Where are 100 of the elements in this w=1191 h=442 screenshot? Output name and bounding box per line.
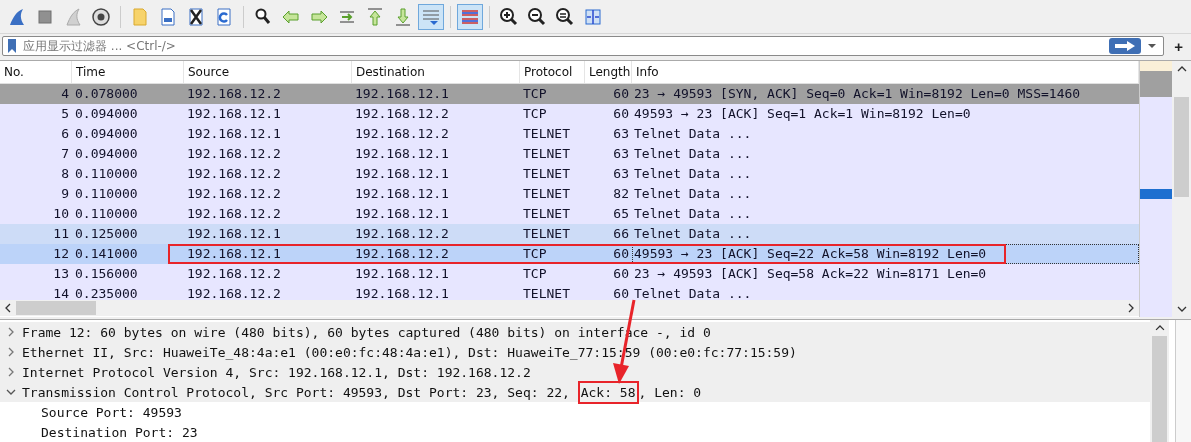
table-cell-text: 11 [52,225,70,243]
table-cell-text: TCP [522,105,548,123]
table-cell-text: 60 [612,105,630,123]
table-cell-text: 192.168.12.1 [186,125,282,143]
table-cell-text: TELNET [522,285,571,300]
table-cell-text: 0.125000 [74,225,139,243]
column-header[interactable]: Length [585,61,632,83]
display-filter-field[interactable]: 应用显示过滤器 ... <Ctrl-/> [21,38,1110,54]
table-cell-text: 0.156000 [74,265,139,283]
table-cell-text: 192.168.12.1 [186,245,282,263]
table-cell-text: 192.168.12.1 [354,205,450,223]
table-cell-text: 192.168.12.2 [186,145,282,163]
packet-row[interactable]: 7 0.094000 192.168.12.2 192.168.12.1 TELNET 63 Telnet Data ... [0,144,1140,164]
table-cell-text: 192.168.12.1 [354,145,450,163]
table-cell-text: 66 [612,225,630,243]
table-cell-text: TELNET [522,145,571,163]
table-cell-text: 192.168.12.1 [354,85,450,103]
scrollbar-thumb[interactable] [16,301,96,315]
column-header[interactable]: Time [72,61,184,83]
gear-icon [91,6,111,27]
table-cell-text: 192.168.12.1 [354,285,450,300]
packet-row[interactable]: 8 0.110000 192.168.12.2 192.168.12.1 TELNET 63 Telnet Data ... [0,164,1140,184]
table-cell-text: 192.168.12.1 [354,185,450,203]
table-cell-text: 0.094000 [74,145,139,163]
table-cell-text: 4 [60,85,70,103]
column-header[interactable]: No. [0,61,72,83]
packet-row[interactable]: 11 0.125000 192.168.12.1 192.168.12.2 TELNET 66 Telnet Data ... [0,224,1140,244]
bookmark-icon[interactable] [7,38,17,54]
table-cell-text: 192.168.12.2 [354,125,450,143]
table-cell-text: 60 [612,265,630,283]
expanded-chevron-icon[interactable] [6,387,16,397]
table-cell-text: 192.168.12.2 [186,285,282,300]
table-cell-text: TELNET [522,225,571,243]
packet-minimap[interactable] [1139,61,1172,317]
packet-row[interactable]: 6 0.094000 192.168.12.1 192.168.12.2 TELNET 63 Telnet Data ... [0,124,1140,144]
collapsed-chevron-icon[interactable] [6,347,16,357]
table-cell-text: 49593 → 23 [ACK] Seq=1 Ack=1 Win=8192 Len=0 [633,105,972,123]
vertical-scrollbar[interactable] [1150,320,1169,442]
collapsed-chevron-icon[interactable] [6,327,16,337]
table-cell-text: TELNET [522,205,571,223]
scrollbar-thumb[interactable] [1152,335,1167,442]
display-filter-bar[interactable]: 应用显示过滤器 ... <Ctrl-/> [2,36,1165,56]
scroll-right-icon[interactable] [1127,303,1136,313]
shark-fin-icon [63,6,83,27]
table-cell-text: 23 → 49593 [SYN, ACK] Seq=0 Ack=1 Win=8192 Len=0 MSS=1460 [633,85,1082,103]
table-cell-text: 9 [60,185,70,203]
table-cell-text: 14 [52,285,70,300]
dropdown-caret-icon[interactable] [1147,42,1158,50]
search-icon [253,6,273,27]
packet-row[interactable]: 13 0.156000 192.168.12.2 192.168.12.1 TCP 60 23 → 49593 [ACK] Seq=58 Ack=22 Win=8171 Len=0 [0,264,1140,284]
table-cell-text: 0.078000 [74,85,139,103]
column-header[interactable]: Protocol [520,61,585,83]
table-cell-text: TELNET [522,165,571,183]
table-cell-text: Telnet Data ... [633,205,753,223]
table-cell-text: 0.094000 [74,125,139,143]
autoscroll-button[interactable] [418,3,444,30]
scroll-left-icon[interactable] [4,303,12,313]
table-cell-text: TELNET [522,185,571,203]
table-cell-text: Telnet Data ... [633,125,753,143]
packet-row[interactable]: 5 0.094000 192.168.12.1 192.168.12.2 TCP 60 49593 → 23 [ACK] Seq=1 Ack=1 Win=8192 Len=0 [0,104,1140,124]
packet-row[interactable]: 10 0.110000 192.168.12.2 192.168.12.1 TELNET 65 Telnet Data ... [0,204,1140,224]
add-filter-button[interactable]: + [1168,37,1189,55]
table-cell-text: TCP [522,85,548,103]
table-cell-text: 6 [60,125,70,143]
collapsed-chevron-icon[interactable] [6,367,16,377]
table-cell-text: 12 [52,245,70,263]
detail-field[interactable]: Destination Port: 23 [41,424,198,440]
table-cell-text: 192.168.12.2 [186,185,282,203]
table-cell-text: Telnet Data ... [633,285,753,300]
table-cell-text: 5 [60,105,70,123]
table-cell-text: 63 [612,145,630,163]
table-cell: 49593 → 23 [ACK] Seq=22 Ack=58 Win=8192 Len=0 [632,244,1140,264]
table-cell-text: 192.168.12.2 [354,245,450,263]
minimap-marker [1140,189,1172,199]
zoom-in-icon [499,6,519,27]
packet-row[interactable]: 4 0.078000 192.168.12.2 192.168.12.1 TCP 60 23 → 49593 [SYN, ACK] Seq=0 Ack=1 Win=8192 Len=0 MSS=1460 [0,84,1140,104]
horizontal-scrollbar[interactable] [0,300,1140,316]
scrollbar-thumb[interactable] [1174,97,1189,197]
scroll-up-icon[interactable] [1154,324,1165,332]
scroll-up-icon[interactable] [1176,65,1187,73]
column-header[interactable]: Destination [352,61,520,83]
magnifier-icon [555,6,575,27]
detail-field[interactable]: Source Port: 49593 [41,404,182,420]
file-icon [158,6,178,27]
table-cell-text: 0.094000 [74,105,139,123]
table-cell-text: Telnet Data ... [633,145,753,163]
table-cell-text: TCP [522,265,548,283]
folder-icon [130,6,150,27]
table-cell-text: 63 [612,125,630,143]
table-cell-text: 0.110000 [74,165,139,183]
packet-row[interactable]: 9 0.110000 192.168.12.2 192.168.12.1 TELNET 82 Telnet Data ... [0,184,1140,204]
table-cell-text: 0.141000 [74,245,139,263]
shark-fin-icon [7,6,27,27]
vertical-scrollbar[interactable] [1172,61,1191,317]
colorize-button[interactable] [457,3,483,30]
table-cell-text: 60 [612,85,630,103]
packet-row[interactable]: 14 0.235000 192.168.12.2 192.168.12.1 TELNET 60 Telnet Data ... [0,284,1140,300]
column-header[interactable]: Source [184,61,352,83]
packet-row[interactable]: 12 0.141000 192.168.12.1 192.168.12.2 TCP 60 49593 → 23 [ACK] Seq=22 Ack=58 Win=8192 Len=0 [0,244,1140,264]
scroll-down-icon[interactable] [1176,305,1187,313]
